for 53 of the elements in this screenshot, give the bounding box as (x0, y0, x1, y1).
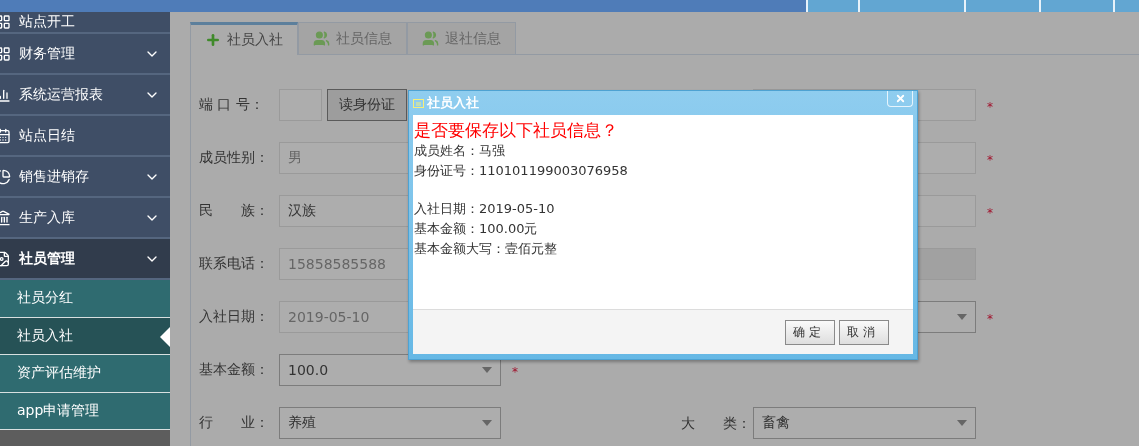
users-icon (422, 30, 439, 47)
sidebar-subitem[interactable]: 社员入社 (0, 317, 170, 355)
window-icon (413, 98, 424, 108)
selection-notch-icon (160, 326, 170, 347)
field-label: 入社日期： (199, 308, 270, 326)
field-label: 联系电话： (199, 255, 270, 273)
read-id-button[interactable]: 读身份证 (327, 89, 407, 121)
required-mark: * (986, 152, 993, 167)
close-button[interactable] (887, 91, 913, 107)
field-label: 大 类： (681, 415, 751, 431)
sidebar-item[interactable]: 站点日结 (0, 116, 170, 157)
dropdown-caret-icon (482, 420, 492, 426)
header-tab[interactable] (964, 0, 1039, 12)
users-icon (313, 30, 330, 47)
field-label: 民 族： (199, 202, 270, 220)
field-label: 成员性别： (199, 149, 270, 167)
menu-icon (0, 45, 11, 62)
sidebar-subitem[interactable]: 资产评估维护 (0, 355, 170, 393)
field-label: 行 业： (199, 414, 270, 432)
dropdown-caret-icon (482, 367, 492, 373)
required-mark: * (986, 99, 993, 114)
confirm-button[interactable]: 确定 (785, 319, 835, 345)
plus-icon (205, 32, 221, 48)
sidebar-item[interactable]: 站点开工 (0, 12, 170, 34)
header-tab[interactable] (806, 0, 858, 12)
dropdown-caret-icon (957, 420, 967, 426)
field-label: 基本金额： (199, 361, 270, 379)
menu-icon (0, 168, 11, 185)
menu-icon (0, 127, 11, 144)
select-field[interactable]: 畜禽 (753, 407, 976, 439)
required-mark: * (986, 311, 993, 326)
select-field[interactable]: 养殖 (279, 407, 501, 439)
header-tab[interactable] (1039, 0, 1113, 12)
dialog-title: 社员入社 (427, 94, 480, 112)
dialog-heading: 是否要保存以下社员信息？ (414, 119, 619, 141)
menu-icon (0, 209, 11, 226)
cancel-button[interactable]: 取消 (839, 319, 889, 345)
dropdown-caret-icon (957, 314, 967, 320)
sidebar-subitem[interactable]: app申请管理 (0, 392, 170, 430)
required-mark: * (986, 205, 993, 220)
sidebar-item[interactable]: 销售进销存 (0, 157, 170, 198)
sidebar-item[interactable]: 财务管理 (0, 34, 170, 75)
required-mark: * (511, 364, 518, 379)
tab[interactable]: 社员入社 (190, 22, 298, 55)
sidebar-subitem[interactable]: 社员分红 (0, 280, 170, 318)
menu-icon (0, 250, 11, 267)
sidebar-item[interactable]: 系统运营报表 (0, 75, 170, 116)
sidebar-item[interactable]: 生产入库 (0, 198, 170, 239)
sidebar-item[interactable]: 社员管理 (0, 239, 170, 280)
close-icon (894, 93, 906, 104)
select-field[interactable]: 100.0 (279, 354, 501, 386)
field-label: 端 口 号： (199, 96, 265, 114)
header-tab[interactable] (1113, 0, 1139, 12)
